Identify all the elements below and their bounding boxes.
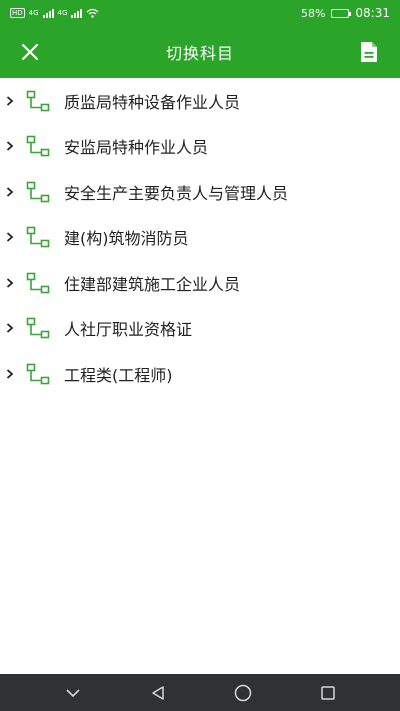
battery-percent: 58% [300,6,326,20]
network-4g-label: 4G [28,9,39,17]
tree-structure-icon [26,135,50,157]
status-left: HD 4G 4G [10,8,99,18]
status-bar: HD 4G 4G 58% 08:31 [0,0,400,26]
tree-structure-icon [26,181,50,203]
category-list: 质监局特种设备作业人员 安监局特种作业人员 安全生产主要负责人与管理人员 建(构… [0,78,400,397]
tree-structure-icon [26,90,50,112]
recents-square-icon [320,685,335,700]
tree-structure-icon [26,363,50,385]
category-label: 安监局特种作业人员 [64,138,209,158]
signal-icon-2 [71,8,83,18]
hd-badge: HD [10,8,25,18]
chevron-right-icon [4,139,16,153]
nav-recents-button[interactable] [308,678,348,708]
network-4g-label-2: 4G [57,9,68,17]
category-label: 安全生产主要负责人与管理人员 [64,183,289,203]
page-title: 切换科目 [165,44,234,63]
chevron-right-icon [4,367,16,381]
category-label: 建(构)筑物消防员 [64,229,189,249]
wifi-icon [87,8,99,18]
battery-icon [331,8,352,18]
close-icon [21,43,39,61]
category-item[interactable]: 住建部建筑施工企业人员 [0,260,400,306]
tree-structure-icon [26,317,50,339]
category-label: 工程类(工程师) [64,365,173,385]
home-circle-icon [234,684,251,701]
category-item[interactable]: 安监局特种作业人员 [0,124,400,170]
clock-time: 08:31 [355,6,390,20]
category-item[interactable]: 安全生产主要负责人与管理人员 [0,169,400,215]
app-bar: 切换科目 [0,26,400,78]
category-item[interactable]: 工程类(工程师) [0,351,400,397]
close-button[interactable] [16,38,44,66]
tree-structure-icon [26,226,50,248]
chevron-right-icon [4,185,16,199]
chevron-right-icon [4,321,16,335]
category-item[interactable]: 人社厅职业资格证 [0,306,400,352]
signal-icon [42,8,54,18]
chevron-down-icon [65,688,80,697]
category-item[interactable]: 质监局特种设备作业人员 [0,78,400,124]
status-right: 58% 08:31 [301,6,390,20]
category-label: 人社厅职业资格证 [64,320,193,340]
chevron-right-icon [4,276,16,290]
chevron-right-icon [4,230,16,244]
document-button[interactable] [356,38,382,66]
tree-structure-icon [26,272,50,294]
system-nav-bar [0,674,400,711]
category-item[interactable]: 建(构)筑物消防员 [0,215,400,261]
nav-home-button[interactable] [223,678,263,708]
category-label: 质监局特种设备作业人员 [64,92,241,112]
chevron-right-icon [4,94,16,108]
nav-back-button[interactable] [138,678,178,708]
category-label: 住建部建筑施工企业人员 [64,274,241,294]
back-triangle-icon [151,685,164,700]
document-icon [361,42,377,62]
nav-hide-button[interactable] [53,678,93,708]
